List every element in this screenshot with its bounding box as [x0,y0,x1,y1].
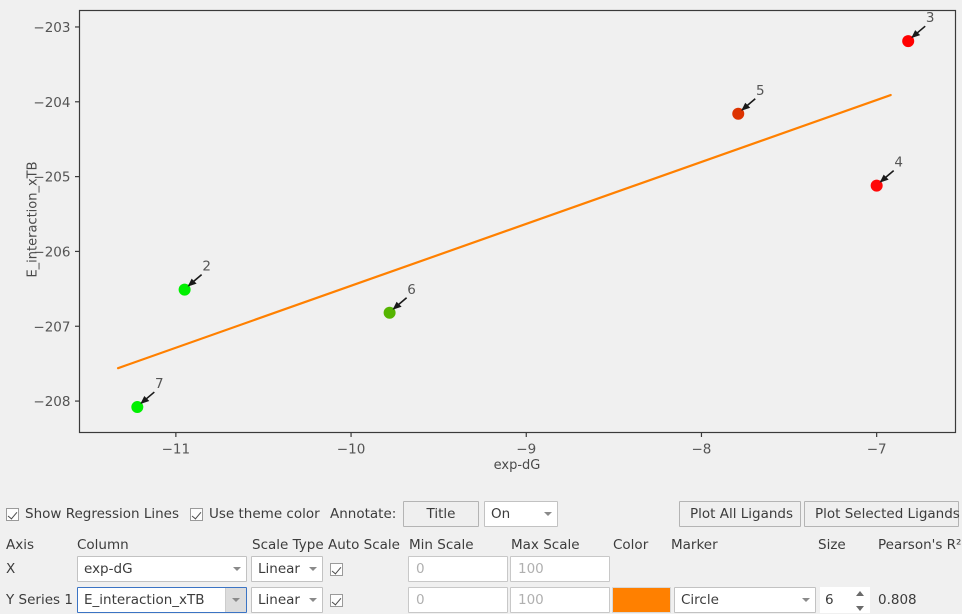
y-pearson-r2-value: 0.808 [878,592,917,608]
chevron-down-icon[interactable] [539,502,557,526]
options-row: Show Regression Lines Use theme color An… [0,500,962,528]
chevron-down-icon[interactable] [228,557,246,581]
annotate-label: Annotate: [330,506,397,522]
row-axis-label: X [6,561,16,577]
x-axis-title: exp-dG [493,458,541,473]
x-axis-tick-label: −8 [692,442,712,458]
data-point-label: 7 [155,376,164,392]
show-regression-lines-checkbox[interactable]: Show Regression Lines [6,500,179,528]
data-point-label: 2 [202,259,211,275]
y-min-scale-placeholder[interactable]: 0 [408,587,508,613]
x-scale-type-select[interactable]: Linear [251,555,323,583]
stepper-arrows-icon[interactable] [856,591,865,611]
plot-controls-panel: Show Regression Lines Use theme color An… [0,492,962,613]
x-column-value: exp-dG [84,561,133,577]
checkmark-icon [330,593,343,607]
annotate-mode-select[interactable]: On [484,500,558,528]
y-column-select[interactable]: E_interaction_xTB [77,586,247,614]
data-point-label: 6 [407,282,416,298]
x-min-scale-placeholder[interactable]: 0 [408,556,508,582]
x-max-scale-input[interactable]: 100 [510,555,610,583]
x-min-scale-input[interactable]: 0 [408,555,508,583]
y-series-color-swatch[interactable] [612,586,671,614]
y-max-scale-input[interactable]: 100 [510,586,610,614]
show-regression-lines-label: Show Regression Lines [25,506,180,522]
chevron-down-icon[interactable] [304,557,322,581]
x-axis-tick-label: −11 [162,442,191,458]
y-auto-scale-checkbox[interactable] [330,586,343,614]
checkmark-icon [330,562,343,576]
plot-selected-ligands-button[interactable]: Plot Selected Ligands [804,500,960,528]
y-max-scale-placeholder[interactable]: 100 [510,587,610,613]
annotate-title-button[interactable]: Title [403,500,479,528]
table-row: Y Series 1 E_interaction_xTB Linear 0 10… [0,586,962,614]
y-size-value: 6 [825,592,834,608]
x-auto-scale-checkbox[interactable] [330,555,343,583]
y-scale-type-select[interactable]: Linear [251,586,323,614]
y-axis-tick-label: −204 [33,95,70,111]
x-axis-tick-label: −9 [516,442,536,458]
y-size-stepper[interactable]: 6 [820,586,870,614]
chevron-down-icon[interactable] [797,588,815,612]
use-theme-color-label: Use theme color [209,506,320,522]
plot-all-ligands-button[interactable]: Plot All Ligands [679,500,801,528]
data-point-label: 3 [926,10,935,26]
annotate-mode-value: On [491,506,511,522]
plot-frame [78,9,957,434]
checkmark-icon [190,507,203,521]
x-column-select[interactable]: exp-dG [77,555,247,583]
y-axis-title: E_interaction_xTB [25,161,41,278]
x-scale-type-value: Linear [258,561,300,577]
checkmark-icon [6,507,19,521]
y-axis-tick-label: −203 [33,20,70,36]
y-scale-type-value: Linear [258,592,300,608]
plot-canvas: −11 −10 −9 −8 −7−203−204−205−206−207−2083542… [33,9,957,458]
x-axis-tick-label: −7 [867,442,887,458]
y-column-value: E_interaction_xTB [84,592,205,608]
table-row: X exp-dG Linear 0 100 [0,555,962,583]
y-marker-value: Circle [681,592,719,608]
chevron-down-icon[interactable] [225,588,246,612]
data-point-label: 4 [894,155,903,171]
x-max-scale-placeholder[interactable]: 100 [510,556,610,582]
chevron-down-icon[interactable] [304,588,322,612]
data-point-label: 5 [756,83,765,99]
row-axis-label: Y Series 1 [6,592,73,608]
scatter-plot-panel: −11 −10 −9 −8 −7 −203 −204 −205 −206 −207 −208 3 5 4 2… [0,0,962,492]
y-axis-tick-label: −208 [33,394,70,410]
x-axis-tick-label: −10 [337,442,366,458]
use-theme-color-checkbox[interactable]: Use theme color [190,500,320,528]
y-marker-select[interactable]: Circle [674,586,816,614]
y-min-scale-input[interactable]: 0 [408,586,508,614]
